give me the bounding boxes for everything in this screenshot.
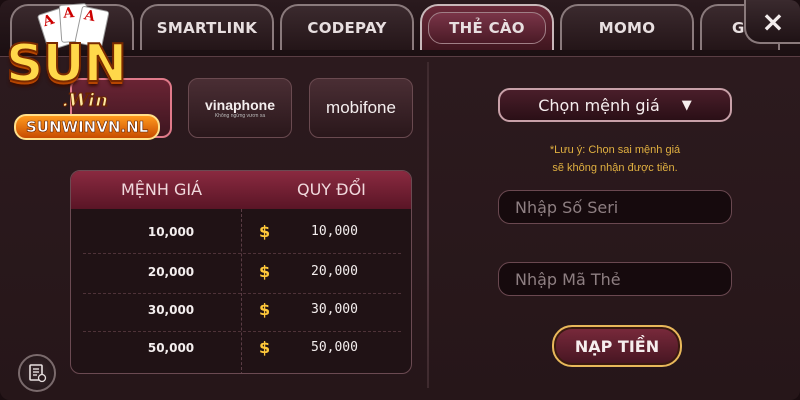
logo-brand-text: SUN	[5, 33, 128, 95]
tab-label: THẺ CÀO	[428, 12, 546, 44]
history-icon	[29, 364, 47, 383]
note-line: *Lưu ý: Chọn sai mệnh giá	[549, 144, 681, 156]
close-icon: ×	[761, 4, 785, 38]
tab-codepay[interactable]: CODEPAY	[280, 4, 414, 50]
sunwin-logo: A A A SUN .Win SUNWINVN.NL	[4, 3, 174, 146]
note-line: sẽ không nhận được tiền.	[552, 162, 678, 174]
vinaphone-tagline: Không ngừng vươn xa	[214, 113, 266, 119]
dollar-icon: $	[259, 338, 271, 357]
serial-number-input[interactable]	[498, 190, 732, 224]
tab-label: G	[732, 19, 745, 37]
dollar-icon: $	[259, 300, 271, 319]
tab-momo[interactable]: MOMO	[560, 4, 694, 50]
cell-denomination: 20,000	[147, 265, 195, 279]
cell-exchange: 50,000	[311, 340, 358, 355]
chevron-down-icon: ▼	[681, 97, 692, 113]
select-label: Chọn mệnh giá	[538, 95, 660, 115]
cell-exchange: 10,000	[311, 224, 358, 239]
table-row: 20,000 $ 20,000	[71, 255, 411, 289]
tab-label: CODEPAY	[307, 19, 387, 37]
mobifone-logo: mobifone	[326, 98, 396, 117]
table-header: MỆNH GIÁ QUY ĐỔI	[71, 171, 411, 209]
dialog-frame: NO SMARTLINK CODEPAY THẺ CÀO MOMO G × A …	[0, 0, 800, 400]
cell-denomination: 10,000	[147, 225, 195, 239]
cell-denomination: 30,000	[147, 303, 195, 317]
close-button[interactable]: ×	[744, 0, 800, 44]
denomination-select[interactable]: Chọn mệnh giá ▼	[498, 88, 732, 122]
table-row: 10,000 $ 10,000	[71, 215, 411, 249]
header-denomination: MỆNH GIÁ	[121, 180, 203, 199]
cell-exchange: 20,000	[311, 264, 358, 279]
logo-win-text: .Win	[61, 90, 109, 112]
logo-url-badge: SUNWINVN.NL	[14, 114, 161, 140]
warning-note: *Lưu ý: Chọn sai mệnh giá sẽ không nhận …	[520, 141, 710, 177]
cell-exchange: 30,000	[311, 302, 358, 317]
top-up-button[interactable]: NẠP TIỀN	[552, 325, 682, 367]
history-button[interactable]	[18, 354, 56, 392]
dollar-icon: $	[259, 222, 271, 241]
tab-label: MOMO	[598, 19, 656, 37]
header-exchange: QUY ĐỔI	[297, 180, 366, 199]
exchange-rate-table: MỆNH GIÁ QUY ĐỔI 10,000 $ 10,000 20,000 …	[70, 170, 412, 374]
vinaphone-logo: vinaphone	[204, 97, 275, 113]
panel-divider	[427, 62, 429, 388]
row-divider	[83, 253, 401, 254]
dollar-icon: $	[259, 262, 271, 281]
carrier-button-mobifone[interactable]: mobifone	[309, 78, 413, 138]
card-code-input[interactable]	[498, 262, 732, 296]
carrier-button-vinaphone[interactable]: vinaphone Không ngừng vươn xa	[188, 78, 292, 138]
tab-the-cao[interactable]: THẺ CÀO	[420, 4, 554, 50]
table-row: 30,000 $ 30,000	[71, 293, 411, 327]
cell-denomination: 50,000	[147, 341, 195, 355]
table-row: 50,000 $ 50,000	[71, 331, 411, 365]
